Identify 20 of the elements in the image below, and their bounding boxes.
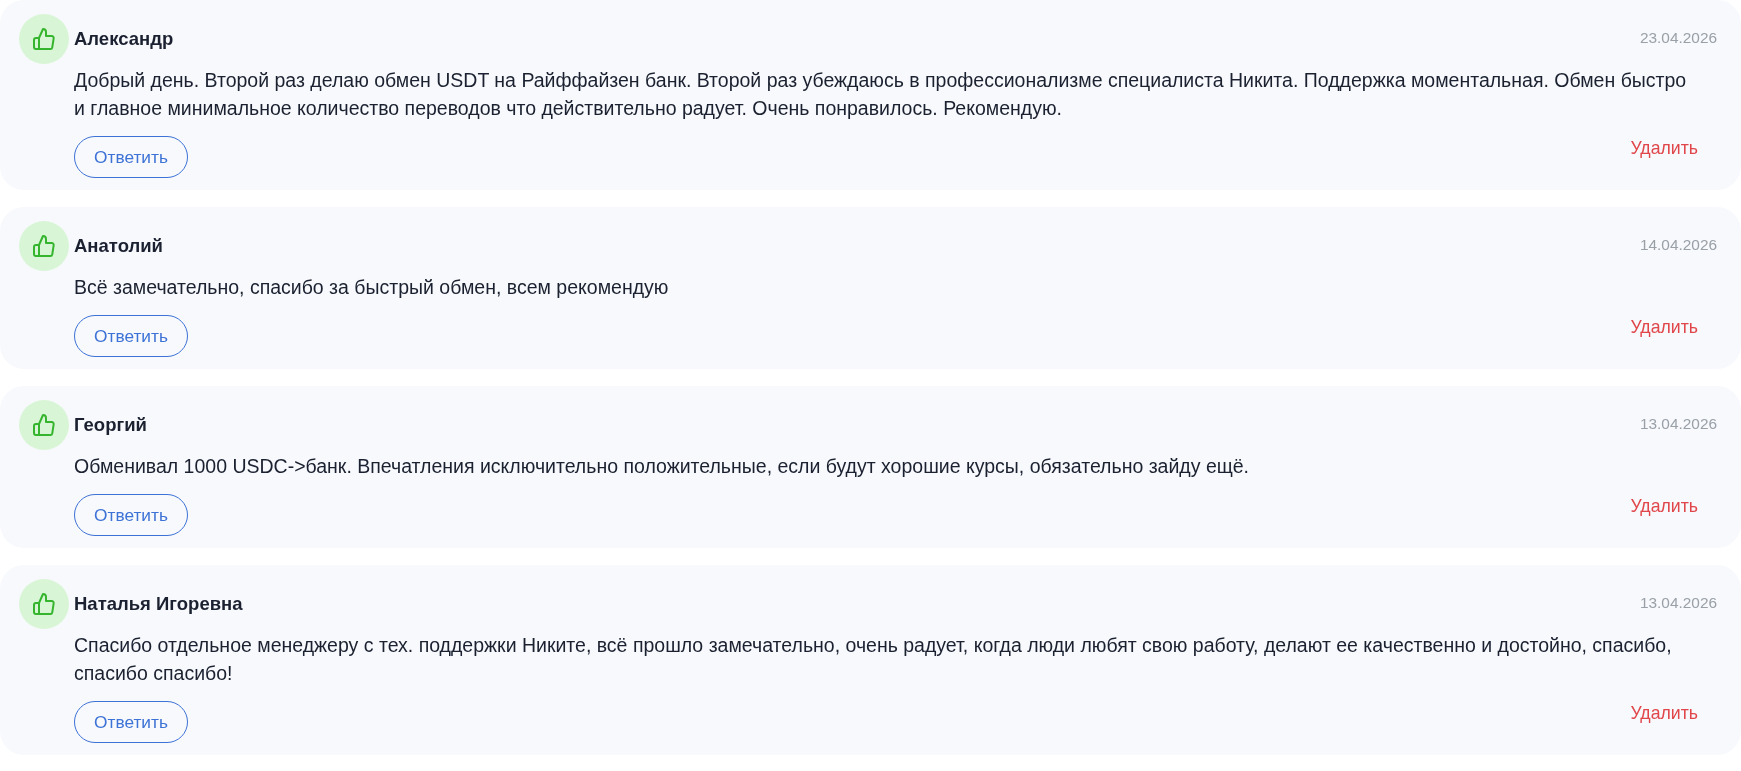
author-name: Наталья Игоревна [74, 593, 243, 615]
review-date: 23.04.2026 [1639, 29, 1717, 47]
review-text: Всё замечательно, спасибо за быстрый обмен, всем рекомендую [74, 275, 670, 300]
delete-link[interactable]: Удалить [1630, 137, 1698, 159]
author-name: Александр [74, 28, 174, 50]
review-text: Обменивал 1000 USDC->банк. Впечатления исключительно положительные, если будут хорошие курсы, обязательно зайду ещё. [74, 454, 1251, 479]
delete-link[interactable]: Удалить [1630, 495, 1698, 517]
review-date: 13.04.2026 [1639, 594, 1717, 612]
thumbs-up-icon [19, 579, 69, 629]
delete-link[interactable]: Удалить [1630, 702, 1698, 724]
thumbs-up-icon [19, 221, 69, 271]
review-text: Добрый день. Второй раз делаю обмен USDT на Райффайзен банк. Второй раз убеждаюсь в профессионализме специалиста Никита. Поддержка моментальная. Обмен быстро и главное минимальное количество переводов что действительно радует. Очень понравилось. Рекомендую. [74, 68, 1688, 121]
thumbs-up-icon [19, 14, 69, 64]
delete-link[interactable]: Удалить [1630, 316, 1698, 338]
author-name: Анатолий [74, 235, 163, 257]
review-date: 13.04.2026 [1639, 415, 1717, 433]
review-date: 14.04.2026 [1639, 236, 1717, 254]
thumbs-up-icon [19, 400, 69, 450]
author-name: Георгий [74, 414, 147, 436]
review-text: Спасибо отдельное менеджеру с тех. поддержки Никите, всё прошло замечательно, очень радует, когда люди любят свою работу, делают ее качественно и достойно, спасибо, спасибо спасибо! [74, 633, 1673, 686]
